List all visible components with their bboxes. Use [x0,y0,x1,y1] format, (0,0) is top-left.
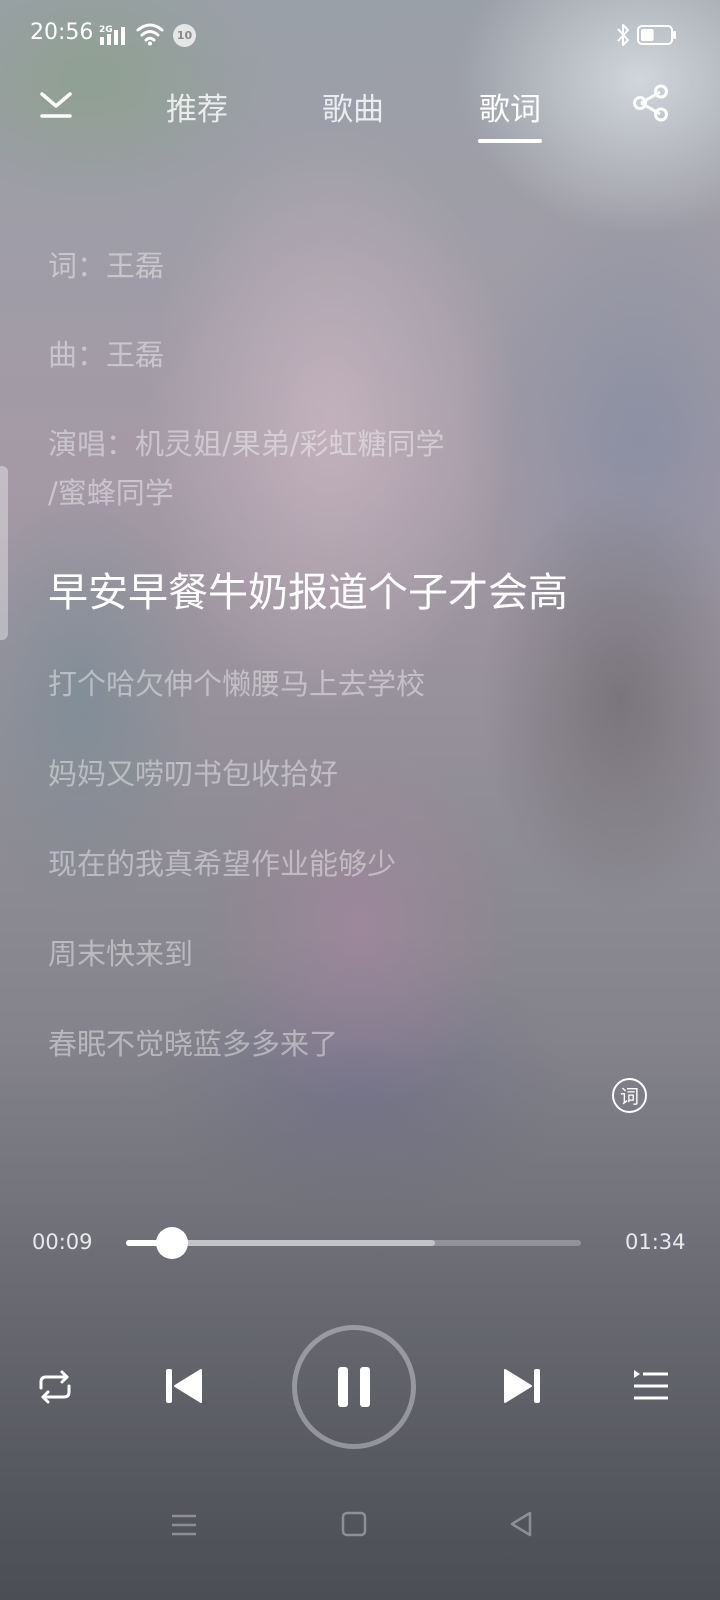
tab-recommend[interactable]: 推荐 [166,84,228,129]
previous-track-icon[interactable] [164,1367,204,1405]
seek-thumb[interactable] [155,1227,188,1259]
lyric-line: 演唱：机灵姐/果弟/彩虹糖同学 [48,427,445,461]
tab-lyrics[interactable]: 歌词 [479,84,541,129]
lyric-line: /蜜蜂同学 [48,476,174,510]
active-tab-indicator [478,139,542,143]
lyric-line: 妈妈又唠叨书包收拾好 [48,757,339,791]
status-time: 20:56 [30,20,94,45]
signal-icon [100,27,125,45]
wifi-icon [136,23,164,46]
notification-count-badge: 10 [173,24,196,47]
lyric-line: 打个哈欠伸个懒腰马上去学校 [48,667,426,701]
tab-song[interactable]: 歌曲 [322,84,384,129]
current-time: 00:09 [32,1230,93,1254]
lyric-line: 现在的我真希望作业能够少 [48,847,397,881]
seek-bar[interactable] [126,1227,581,1259]
repeat-icon[interactable] [36,1368,74,1406]
side-drawer-handle[interactable] [0,466,8,640]
lyric-line: 周末快来到 [48,937,194,971]
lyric-toggle-button[interactable]: 词 [612,1078,647,1113]
total-time: 01:34 [625,1230,686,1254]
battery-icon [637,25,676,45]
lyric-line: 曲：王磊 [48,338,165,372]
lyric-line-current: 早安早餐牛奶报道个子才会高 [48,570,568,616]
playlist-queue-icon[interactable] [633,1369,669,1403]
next-track-icon[interactable] [502,1367,542,1405]
share-icon[interactable] [632,84,670,122]
lyric-line: 春眠不觉晓蓝多多来了 [48,1027,339,1061]
lyric-line: 词：王磊 [48,249,165,283]
pause-icon[interactable] [336,1366,372,1408]
nav-back-icon[interactable] [508,1510,534,1538]
player-screen: 20:56 2G 10 推荐 歌曲 歌词 词：王磊 曲：王磊 演唱：机灵姐/果弟… [0,0,720,1600]
collapse-icon[interactable] [36,86,76,122]
nav-home-icon[interactable] [341,1511,367,1537]
nav-menu-icon[interactable] [170,1512,198,1538]
bluetooth-icon [617,24,629,46]
